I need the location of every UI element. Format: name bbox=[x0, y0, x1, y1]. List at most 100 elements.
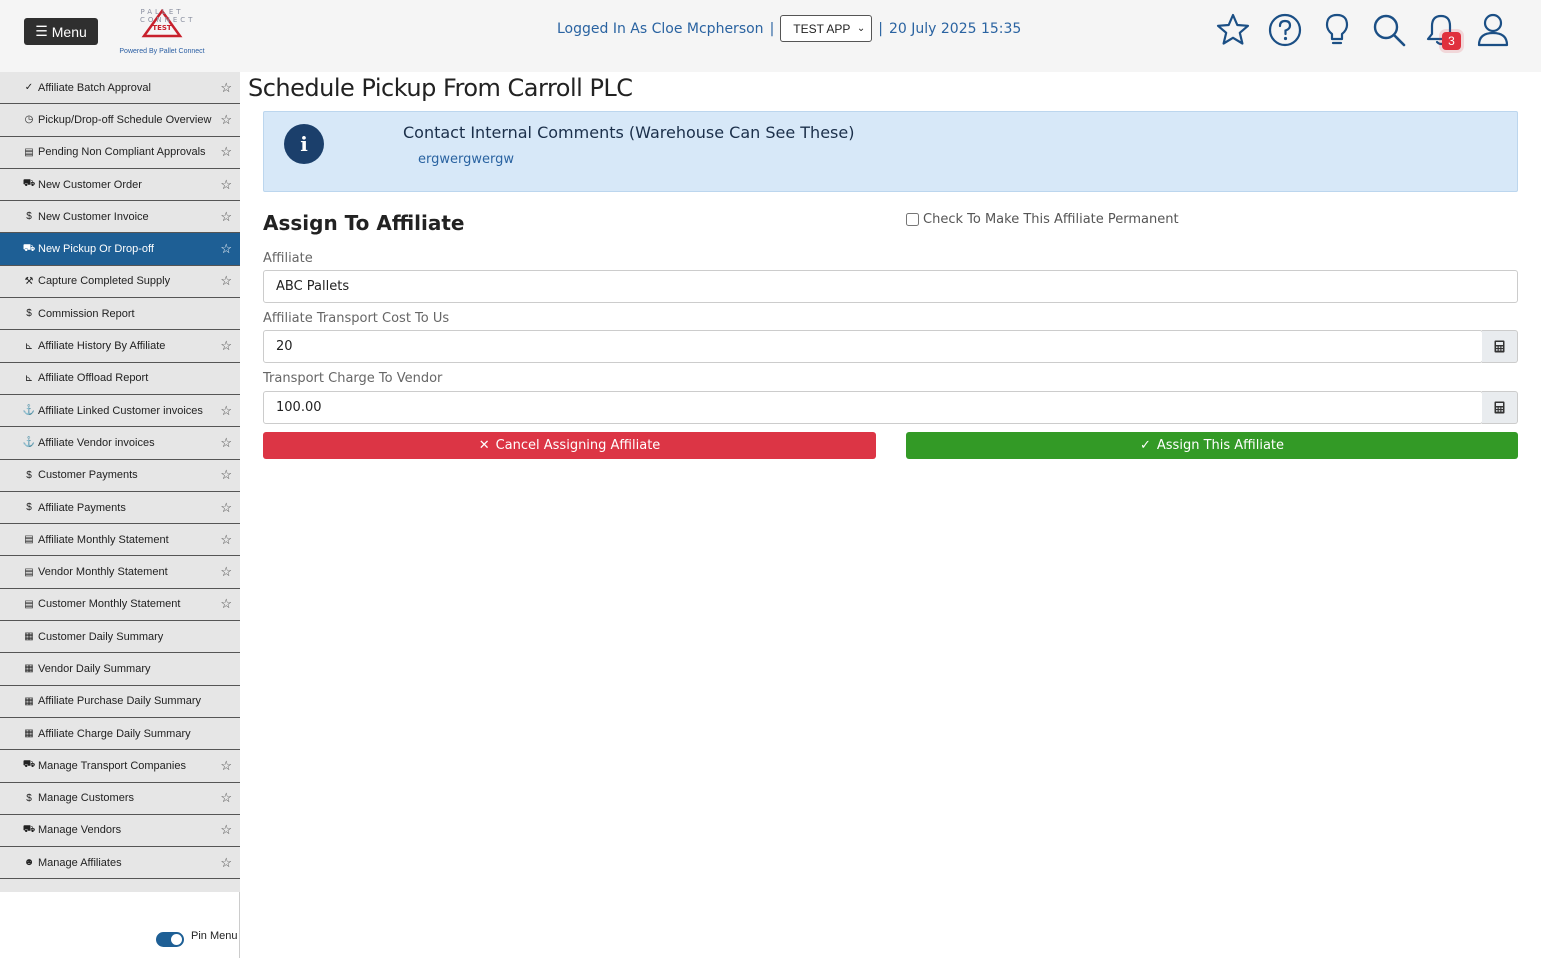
cancel-assign-button[interactable]: ✕ Cancel Assigning Affiliate bbox=[263, 432, 876, 459]
sidebar-item-label: Affiliate Vendor invoices bbox=[38, 436, 155, 449]
favorite-star-icon[interactable]: ☆ bbox=[220, 403, 232, 419]
sidebar-item-label: New Customer Invoice bbox=[38, 210, 149, 223]
sidebar-item[interactable]: $ New Customer Invoice ☆ bbox=[0, 201, 240, 234]
favorites-button[interactable] bbox=[1215, 10, 1251, 50]
app-select[interactable]: TEST APP ⌄ bbox=[780, 15, 873, 42]
close-icon: ✕ bbox=[478, 438, 490, 453]
sidebar-item[interactable]: ⛟ New Pickup Or Drop-off ☆ bbox=[0, 233, 240, 266]
favorite-star-icon[interactable]: ☆ bbox=[220, 467, 232, 483]
sidebar-item[interactable]: ⊾ Affiliate Offload Report bbox=[0, 363, 240, 395]
internal-comments-alert: i Contact Internal Comments (Warehouse C… bbox=[263, 111, 1518, 192]
sidebar-item[interactable]: $ Manage Customers ☆ bbox=[0, 783, 240, 815]
charge-input[interactable]: 100.00 bbox=[263, 391, 1483, 424]
section-title: Assign To Affiliate bbox=[263, 211, 465, 235]
help-button[interactable] bbox=[1267, 10, 1303, 50]
sidebar-item[interactable]: ⛟ New Customer Order ☆ bbox=[0, 169, 240, 202]
cancel-assign-label: Cancel Assigning Affiliate bbox=[495, 438, 661, 453]
main-content: Schedule Pickup From Carroll PLC i Conta… bbox=[240, 72, 1541, 958]
sidebar-item-icon: ⚓ bbox=[22, 437, 36, 449]
assign-affiliate-label: Assign This Affiliate bbox=[1156, 438, 1285, 453]
cost-input[interactable]: 20 bbox=[263, 330, 1483, 363]
sidebar-item[interactable]: ⛟ Manage Transport Companies ☆ bbox=[0, 750, 240, 783]
favorite-star-icon[interactable]: ☆ bbox=[220, 338, 232, 354]
sidebar-item-label: Affiliate Charge Daily Summary bbox=[38, 727, 191, 740]
sidebar-item-icon: ⛟ bbox=[22, 759, 36, 771]
sidebar-item-label: Manage Vendors bbox=[38, 824, 122, 837]
favorite-star-icon[interactable]: ☆ bbox=[220, 532, 232, 548]
sidebar-item[interactable]: ◷ Pickup/Drop-off Schedule Overview ☆ bbox=[0, 104, 240, 137]
assign-affiliate-button[interactable]: ✓ Assign This Affiliate bbox=[906, 432, 1518, 459]
favorite-star-icon[interactable]: ☆ bbox=[220, 144, 232, 160]
sidebar-item[interactable]: ✓ Affiliate Batch Approval ☆ bbox=[0, 72, 240, 105]
sidebar-item[interactable]: ▤ Vendor Monthly Statement ☆ bbox=[0, 556, 240, 589]
sidebar-item[interactable]: ▦ Affiliate Charge Daily Summary bbox=[0, 718, 240, 751]
charge-value: 100.00 bbox=[276, 400, 322, 415]
app-logo[interactable]: PALLET CONNECT TEST Powered By Pallet Co… bbox=[118, 8, 206, 58]
favorite-star-icon[interactable]: ☆ bbox=[220, 564, 232, 580]
charge-calculator-button[interactable] bbox=[1482, 391, 1518, 424]
sidebar-item[interactable]: ⚒ Capture Completed Supply ☆ bbox=[0, 266, 240, 299]
sidebar-item[interactable]: ▤ Customer Monthly Statement ☆ bbox=[0, 589, 240, 622]
sidebar-item-label: New Customer Order bbox=[38, 178, 142, 191]
sidebar-item[interactable]: ⚓ Affiliate Linked Customer invoices ☆ bbox=[0, 395, 240, 428]
sidebar-item-label: Affiliate Payments bbox=[38, 501, 126, 514]
notifications-button[interactable]: 3 bbox=[1423, 10, 1461, 50]
tips-button[interactable] bbox=[1319, 10, 1355, 50]
favorite-star-icon[interactable]: ☆ bbox=[220, 500, 232, 516]
sidebar-footer: Pin Menu bbox=[0, 892, 240, 958]
sidebar-item[interactable]: ☻ Manage Affiliates ☆ bbox=[0, 847, 240, 880]
sidebar-item-icon: ▦ bbox=[24, 695, 34, 707]
favorite-star-icon[interactable]: ☆ bbox=[220, 790, 232, 806]
calculator-icon bbox=[1494, 340, 1505, 353]
sidebar-item-icon: ⊾ bbox=[24, 372, 34, 384]
sidebar-item-icon: ⚒ bbox=[24, 275, 34, 287]
logo-mark: PALLET CONNECT TEST bbox=[140, 8, 192, 38]
sidebar-item-label: Manage Transport Companies bbox=[38, 759, 186, 772]
search-icon bbox=[1373, 14, 1406, 47]
sidebar-item[interactable]: ⚓ Affiliate Vendor invoices ☆ bbox=[0, 427, 240, 460]
sidebar-item[interactable]: ▦ Affiliate Purchase Daily Summary bbox=[0, 686, 240, 718]
cost-calculator-button[interactable] bbox=[1482, 330, 1518, 363]
sidebar-item[interactable]: ▤ Pending Non Compliant Approvals ☆ bbox=[0, 137, 240, 169]
info-comment: ergwergwergw bbox=[418, 152, 514, 167]
favorite-star-icon[interactable]: ☆ bbox=[220, 112, 232, 128]
sidebar-item-label: Affiliate Purchase Daily Summary bbox=[38, 695, 202, 708]
favorite-star-icon[interactable]: ☆ bbox=[220, 80, 232, 96]
favorite-star-icon[interactable]: ☆ bbox=[220, 241, 232, 257]
favorite-star-icon[interactable]: ☆ bbox=[220, 822, 232, 838]
sidebar-item[interactable]: ▤ Affiliate Monthly Statement ☆ bbox=[0, 524, 240, 557]
pin-menu-toggle[interactable] bbox=[156, 932, 184, 947]
favorite-star-icon[interactable]: ☆ bbox=[220, 435, 232, 451]
permanent-checkbox-input[interactable] bbox=[906, 213, 919, 226]
sidebar-item[interactable]: ⛟ Manage Vendors ☆ bbox=[0, 815, 240, 848]
hamburger-icon: ☰ bbox=[35, 23, 48, 39]
sidebar-item[interactable]: ⊾ Affiliate History By Affiliate ☆ bbox=[0, 330, 240, 363]
sidebar-item-label: Affiliate History By Affiliate bbox=[38, 340, 166, 353]
sidebar-item[interactable]: $ Customer Payments ☆ bbox=[0, 460, 240, 492]
favorite-star-icon[interactable]: ☆ bbox=[220, 273, 232, 289]
sidebar-item-label: Vendor Daily Summary bbox=[38, 662, 151, 675]
sidebar-item[interactable]: $ Commission Report bbox=[0, 298, 240, 331]
favorite-star-icon[interactable]: ☆ bbox=[220, 855, 232, 871]
sidebar-item-label: Pending Non Compliant Approvals bbox=[38, 146, 206, 159]
sidebar-item-icon: ▦ bbox=[24, 663, 34, 675]
favorite-star-icon[interactable]: ☆ bbox=[220, 758, 232, 774]
sidebar-item[interactable]: $ Affiliate Payments ☆ bbox=[0, 492, 240, 525]
sidebar-item[interactable]: ▦ Vendor Daily Summary bbox=[0, 653, 240, 686]
sidebar-item-label: Vendor Monthly Statement bbox=[38, 566, 168, 579]
affiliate-select[interactable]: ABC Pallets bbox=[263, 270, 1518, 303]
sidebar-item[interactable]: ▦ Customer Daily Summary bbox=[0, 621, 240, 654]
menu-button[interactable]: ☰ Menu bbox=[24, 18, 98, 45]
sidebar-item-label: New Pickup Or Drop-off bbox=[38, 243, 154, 256]
permanent-affiliate-checkbox[interactable]: Check To Make This Affiliate Permanent bbox=[906, 212, 1179, 227]
favorite-star-icon[interactable]: ☆ bbox=[220, 177, 232, 193]
header-icons: 3 bbox=[1215, 10, 1511, 50]
favorite-star-icon[interactable]: ☆ bbox=[220, 596, 232, 612]
sidebar-item-icon: ▦ bbox=[24, 631, 34, 643]
sidebar-item-label: Customer Monthly Statement bbox=[38, 598, 181, 611]
sidebar-item-icon: $ bbox=[26, 792, 32, 804]
profile-button[interactable] bbox=[1475, 10, 1511, 50]
lightbulb-icon bbox=[1325, 13, 1349, 45]
search-button[interactable] bbox=[1371, 10, 1407, 50]
favorite-star-icon[interactable]: ☆ bbox=[220, 209, 232, 225]
